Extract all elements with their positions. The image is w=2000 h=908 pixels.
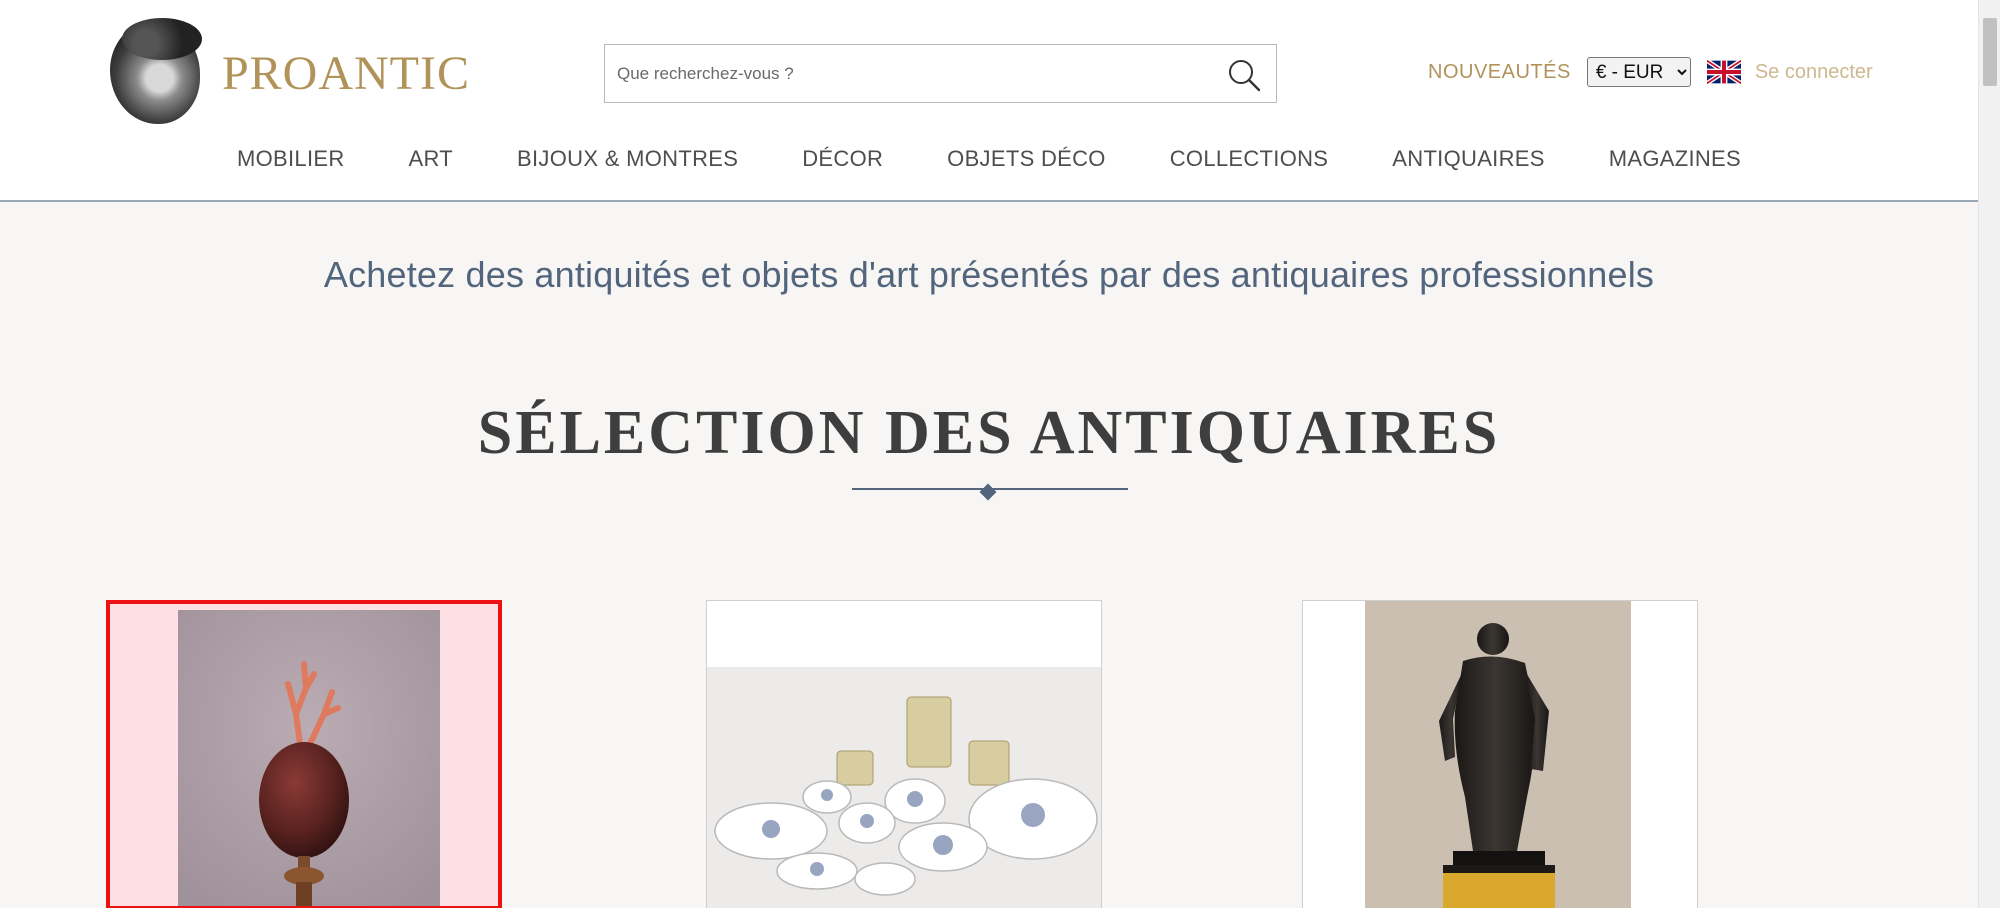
nav-item-antiquaires[interactable]: ANTIQUAIRES [1360, 146, 1576, 182]
search-icon[interactable] [1226, 57, 1262, 93]
page-scrollbar[interactable] [1978, 0, 2000, 908]
nav-item-decor[interactable]: DÉCOR [770, 146, 915, 182]
search-box [604, 44, 1277, 103]
nav-item-objets-deco[interactable]: OBJETS DÉCO [915, 146, 1138, 182]
porcelain-image [707, 601, 1101, 908]
nav-item-bijoux-montres[interactable]: BIJOUX & MONTRES [485, 146, 770, 182]
product-card-bronze-statue[interactable] [1302, 600, 1698, 908]
product-card-egg-coral[interactable] [106, 600, 502, 908]
currency-select[interactable]: € - EUR [1586, 57, 1691, 87]
nav-item-mobilier[interactable]: MOBILIER [205, 146, 377, 182]
bronze-statue-image [1303, 601, 1697, 908]
search-input[interactable] [617, 45, 1217, 102]
nav-item-art[interactable]: ART [377, 146, 486, 182]
nav-item-collections[interactable]: COLLECTIONS [1138, 146, 1361, 182]
logo-text: PROANTIC [221, 46, 470, 100]
product-card-porcelain[interactable] [706, 600, 1102, 908]
scrollbar-thumb[interactable] [1983, 18, 1997, 86]
login-link[interactable]: Se connecter [1755, 61, 1873, 84]
site-logo[interactable]: PROANTIC [110, 18, 470, 128]
egg-coral-image [110, 604, 498, 906]
page-tagline: Achetez des antiquités et objets d'art p… [323, 254, 1655, 295]
site-header: PROANTIC NOUVEAUTÉS € - EUR Se connecter [0, 0, 1978, 202]
header-utilities: NOUVEAUTÉS € - EUR Se connecter [1428, 54, 1873, 90]
logo-head-sculpture-icon [110, 18, 202, 124]
uk-flag-icon[interactable] [1705, 58, 1743, 86]
divider-diamond [979, 483, 997, 501]
main-nav: MOBILIER ART BIJOUX & MONTRES DÉCOR OBJE… [0, 146, 1978, 182]
section-title: SÉLECTION DES ANTIQUAIRES [477, 399, 1501, 467]
nouveautes-link[interactable]: NOUVEAUTÉS [1428, 61, 1571, 84]
nav-item-magazines[interactable]: MAGAZINES [1577, 146, 1773, 182]
